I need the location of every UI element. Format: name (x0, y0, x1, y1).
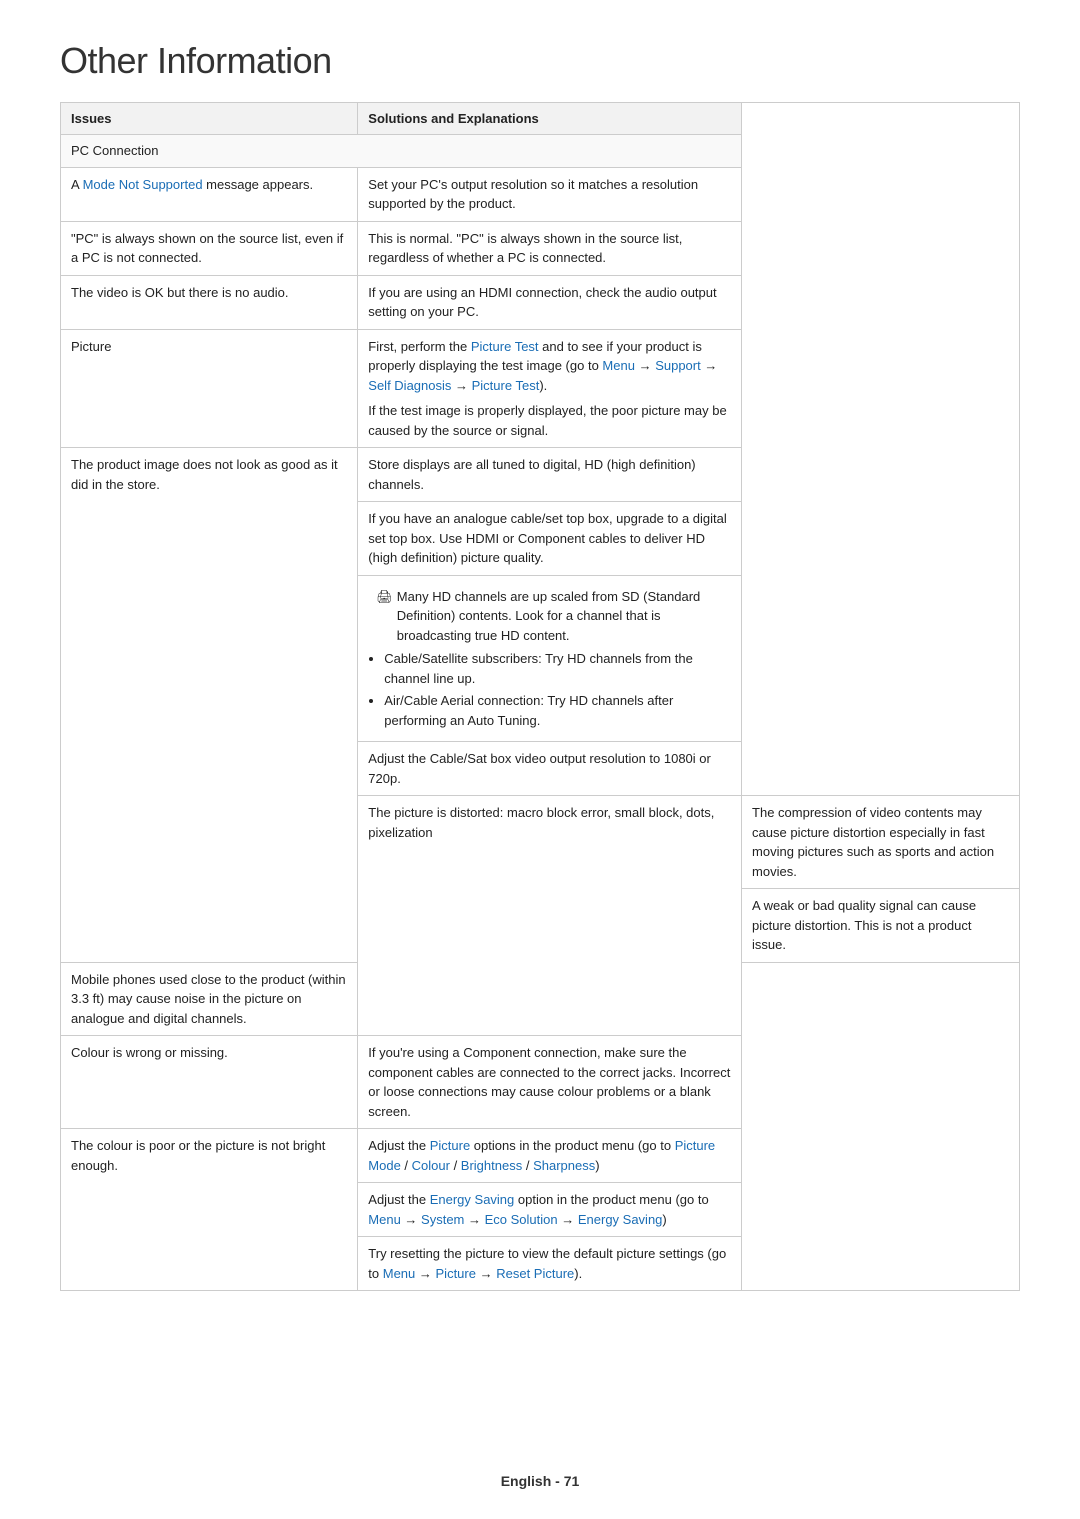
support-link[interactable]: Support (655, 358, 701, 373)
bullet-list: Cable/Satellite subscribers: Try HD chan… (384, 649, 731, 730)
solution-cell: If you are using an HDMI connection, che… (358, 275, 742, 329)
solution-cell: Set your PC's output resolution so it ma… (358, 167, 742, 221)
system-link[interactable]: System (421, 1212, 464, 1227)
solution-cell: A weak or bad quality signal can cause p… (742, 889, 1020, 963)
issue-cell: "PC" is always shown on the source list,… (61, 221, 358, 275)
solution-cell: If you have an analogue cable/set top bo… (358, 502, 742, 576)
table-row: "PC" is always shown on the source list,… (61, 221, 1020, 275)
solution-cell: This is normal. "PC" is always shown in … (358, 221, 742, 275)
note-item: 🖨 Many HD channels are up scaled from SD… (368, 587, 731, 646)
self-diagnosis-link[interactable]: Self Diagnosis (368, 378, 451, 393)
solution-cell: 🖨 Many HD channels are up scaled from SD… (358, 575, 742, 742)
menu-link2[interactable]: Menu (368, 1212, 401, 1227)
issue-cell: The video is OK but there is no audio. (61, 275, 358, 329)
energy-saving-link2[interactable]: Energy Saving (578, 1212, 663, 1227)
solution-cell: Store displays are all tuned to digital,… (358, 448, 742, 502)
col-header-issues: Issues (61, 103, 358, 135)
menu-link3[interactable]: Menu (383, 1266, 416, 1281)
table-row: The video is OK but there is no audio. I… (61, 275, 1020, 329)
solution-cell: First, perform the Picture Test and to s… (358, 329, 742, 448)
footer: English - 71 (0, 1473, 1080, 1489)
solution-cell: The compression of video contents may ca… (742, 796, 1020, 889)
picture-test-link2[interactable]: Picture Test (472, 378, 540, 393)
eco-solution-link[interactable]: Eco Solution (485, 1212, 558, 1227)
issue-cell: A Mode Not Supported message appears. (61, 167, 358, 221)
picture-link2[interactable]: Picture (436, 1266, 476, 1281)
section-pc-connection: PC Connection (61, 135, 1020, 168)
issue-cell: Picture (61, 329, 358, 448)
brightness-link[interactable]: Brightness (461, 1158, 522, 1173)
table-row: The colour is poor or the picture is not… (61, 1129, 1020, 1183)
mode-not-supported-link[interactable]: Mode Not Supported (83, 177, 203, 192)
sharpness-link[interactable]: Sharpness (533, 1158, 595, 1173)
list-item: Air/Cable Aerial connection: Try HD chan… (384, 691, 731, 730)
main-table: Issues Solutions and Explanations PC Con… (60, 102, 1020, 1291)
picture-link[interactable]: Picture (430, 1138, 470, 1153)
colour-link[interactable]: Colour (412, 1158, 450, 1173)
solution-cell: Adjust the Energy Saving option in the p… (358, 1183, 742, 1237)
solution-cell: Adjust the Picture options in the produc… (358, 1129, 742, 1183)
issue-cell: The colour is poor or the picture is not… (61, 1129, 358, 1291)
issue-cell: The product image does not look as good … (61, 448, 358, 963)
solution-cell: Try resetting the picture to view the de… (358, 1237, 742, 1291)
list-item: Cable/Satellite subscribers: Try HD chan… (384, 649, 731, 688)
issue-cell: Colour is wrong or missing. (61, 1036, 358, 1129)
footer-text: English - 71 (501, 1473, 580, 1489)
table-row: Picture First, perform the Picture Test … (61, 329, 1020, 448)
table-row: The product image does not look as good … (61, 448, 1020, 502)
table-row: A Mode Not Supported message appears. Se… (61, 167, 1020, 221)
picture-test-link[interactable]: Picture Test (471, 339, 539, 354)
col-header-solutions: Solutions and Explanations (358, 103, 742, 135)
page-title: Other Information (60, 40, 1020, 82)
solution-cell: If you're using a Component connection, … (358, 1036, 742, 1129)
energy-saving-link[interactable]: Energy Saving (430, 1192, 515, 1207)
solution-cell: Adjust the Cable/Sat box video output re… (358, 742, 742, 796)
note-icon: 🖨 (376, 587, 393, 607)
reset-picture-link[interactable]: Reset Picture (496, 1266, 574, 1281)
issue-cell: The picture is distorted: macro block er… (358, 796, 742, 1036)
solution-cell: Mobile phones used close to the product … (61, 962, 358, 1036)
table-row: Colour is wrong or missing. If you're us… (61, 1036, 1020, 1129)
menu-link[interactable]: Menu (602, 358, 635, 373)
